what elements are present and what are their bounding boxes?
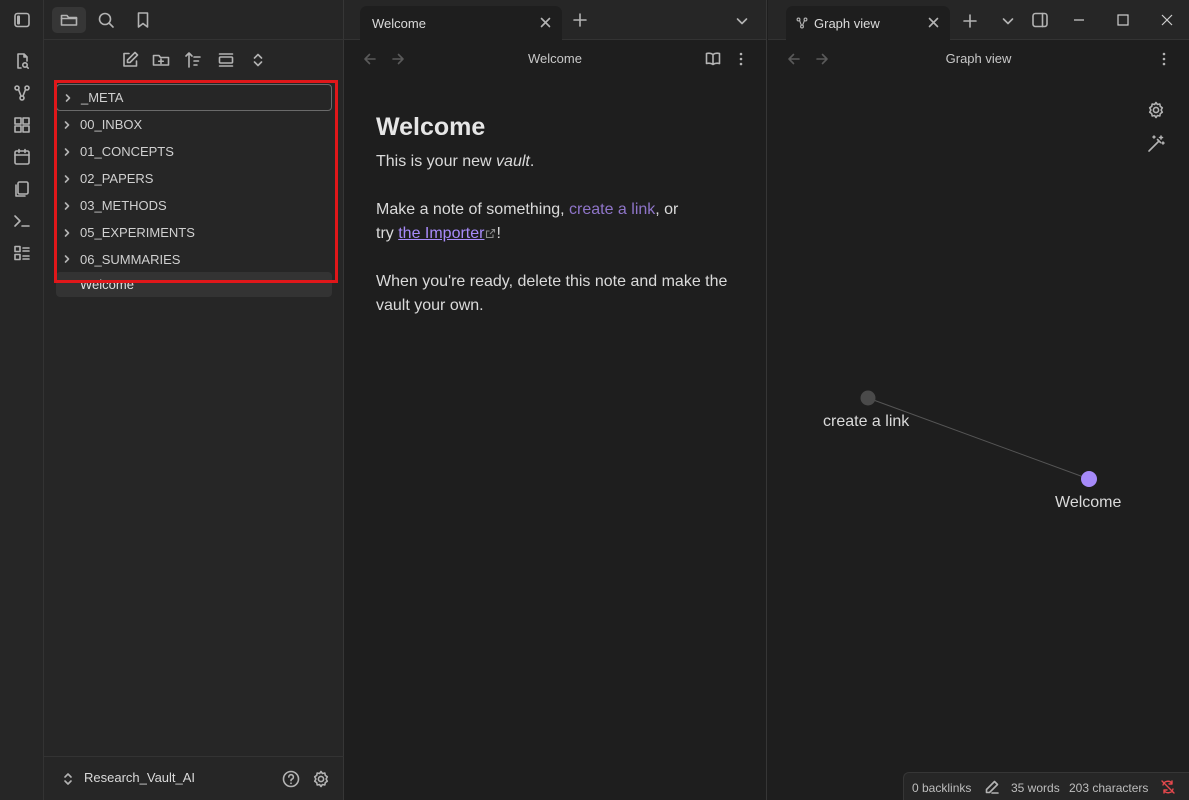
vault-name[interactable]: Research_Vault_AI xyxy=(84,770,195,785)
status-bar: 0 backlinks 35 words 203 characters xyxy=(903,772,1189,800)
folder-label: 01_CONCEPTS xyxy=(80,144,174,159)
editor-tab-bar: Welcome xyxy=(344,0,766,40)
outline-icon[interactable] xyxy=(12,243,32,263)
graph-node-welcome[interactable] xyxy=(1081,471,1097,487)
graph-node-create-a-link[interactable] xyxy=(860,390,876,406)
external-link-importer[interactable]: the Importer xyxy=(398,225,484,242)
vault-switcher-icon[interactable] xyxy=(60,771,76,787)
folder-icon xyxy=(60,14,78,26)
templates-icon[interactable] xyxy=(12,179,32,199)
chevron-right-icon[interactable] xyxy=(56,165,78,192)
internal-link-create-a-link[interactable]: create a link xyxy=(569,201,655,218)
new-tab-icon[interactable] xyxy=(572,12,588,28)
search-tab[interactable] xyxy=(89,7,123,33)
toggle-right-sidebar-icon[interactable] xyxy=(1031,11,1049,29)
folder-label: _META xyxy=(81,90,124,105)
folder-item[interactable]: _META xyxy=(56,84,332,111)
toggle-sidebar-icon[interactable] xyxy=(12,10,32,30)
new-note-icon[interactable] xyxy=(120,50,140,70)
graph-node-label: create a link xyxy=(823,413,910,430)
graph-node-label: Welcome xyxy=(1055,494,1122,511)
graph-tab-bar: Graph view xyxy=(768,0,1189,40)
graph-view-icon xyxy=(795,16,809,30)
graph-view-header: Graph view xyxy=(768,40,1189,78)
chevron-right-icon[interactable] xyxy=(56,219,78,246)
graph-view-icon[interactable] xyxy=(12,83,32,103)
tab-welcome[interactable]: Welcome xyxy=(360,6,562,40)
sync-error-icon[interactable] xyxy=(1160,779,1176,795)
terminal-icon[interactable] xyxy=(12,211,32,231)
folder-item[interactable]: 01_CONCEPTS xyxy=(56,138,332,165)
help-icon[interactable] xyxy=(281,769,301,789)
ribbon xyxy=(0,0,44,800)
edit-icon[interactable] xyxy=(984,779,1000,795)
view-title: Graph view xyxy=(945,51,1012,66)
window-close-icon[interactable] xyxy=(1160,13,1174,27)
tab-label: Welcome xyxy=(372,15,426,31)
chevron-down-icon[interactable] xyxy=(1000,13,1016,29)
view-header: Welcome xyxy=(344,40,766,78)
tab-graph-view[interactable]: Graph view xyxy=(786,6,950,40)
chevron-right-icon[interactable] xyxy=(56,192,78,219)
file-item-welcome[interactable]: Welcome xyxy=(56,272,332,297)
paragraph-3: When you're ready, delete this note and … xyxy=(376,273,728,314)
graph-edge xyxy=(867,397,1090,480)
settings-icon[interactable] xyxy=(311,769,331,789)
close-icon[interactable] xyxy=(927,16,940,29)
view-title: Welcome xyxy=(528,51,582,66)
reading-view-icon[interactable] xyxy=(704,50,722,68)
maximize-icon[interactable] xyxy=(1116,13,1130,27)
new-tab-icon[interactable] xyxy=(962,13,978,29)
expand-collapse-icon[interactable] xyxy=(248,50,268,70)
vault-footer: Research_Vault_AI xyxy=(44,756,344,800)
minimize-icon[interactable] xyxy=(1072,13,1086,27)
calendar-icon[interactable] xyxy=(12,147,32,167)
bookmark-icon xyxy=(137,12,149,28)
chevron-right-icon[interactable] xyxy=(57,84,79,111)
left-sidebar: _META 00_INBOX 01_CONCEPTS 02_PAPERS 03_… xyxy=(44,0,344,800)
editor-pane: Welcome Welcome Welcome This is your new… xyxy=(344,0,767,800)
folder-label: 03_METHODS xyxy=(80,198,167,213)
folder-item[interactable]: 06_SUMMARIES xyxy=(56,246,332,272)
quick-switcher-icon[interactable] xyxy=(12,51,32,71)
file-explorer-toolbar xyxy=(44,50,344,72)
tab-label: Graph view xyxy=(814,15,880,31)
folder-label: 00_INBOX xyxy=(80,117,143,132)
folder-item[interactable]: 00_INBOX xyxy=(56,111,332,138)
folder-label: 02_PAPERS xyxy=(80,171,154,186)
chevron-right-icon[interactable] xyxy=(56,246,78,273)
search-icon xyxy=(98,12,114,28)
files-tab[interactable] xyxy=(52,7,86,33)
new-folder-icon[interactable] xyxy=(151,50,171,70)
close-icon[interactable] xyxy=(539,16,552,29)
more-options-icon[interactable] xyxy=(1155,50,1173,68)
more-options-icon[interactable] xyxy=(732,50,750,68)
note-content[interactable]: Welcome This is your new vault. Make a n… xyxy=(376,110,736,342)
folder-item[interactable]: 02_PAPERS xyxy=(56,165,332,192)
chevron-right-icon[interactable] xyxy=(56,138,78,165)
note-heading: Welcome xyxy=(376,113,486,141)
external-link-icon xyxy=(485,228,496,239)
sort-icon[interactable] xyxy=(183,50,203,70)
sidebar-tab-header xyxy=(44,0,344,40)
folder-item[interactable]: 03_METHODS xyxy=(56,192,332,219)
folder-item[interactable]: 05_EXPERIMENTS xyxy=(56,219,332,246)
file-tree: _META 00_INBOX 01_CONCEPTS 02_PAPERS 03_… xyxy=(56,84,332,297)
auto-reveal-icon[interactable] xyxy=(216,50,236,70)
folder-label: 06_SUMMARIES xyxy=(80,251,181,267)
word-count: 35 words xyxy=(1011,781,1060,795)
canvas-icon[interactable] xyxy=(12,115,32,135)
bookmarks-tab[interactable] xyxy=(126,7,160,33)
character-count: 203 characters xyxy=(1069,781,1149,795)
graph-pane: Graph view Graph view create a link Welc… xyxy=(768,0,1189,800)
backlinks-count[interactable]: 0 backlinks xyxy=(912,781,971,795)
folder-label: 05_EXPERIMENTS xyxy=(80,225,195,240)
chevron-down-icon[interactable] xyxy=(734,13,750,29)
paragraph-2: Make a note of something, create a link,… xyxy=(376,201,679,242)
paragraph-1: This is your new vault. xyxy=(376,153,535,170)
chevron-right-icon[interactable] xyxy=(56,111,78,138)
